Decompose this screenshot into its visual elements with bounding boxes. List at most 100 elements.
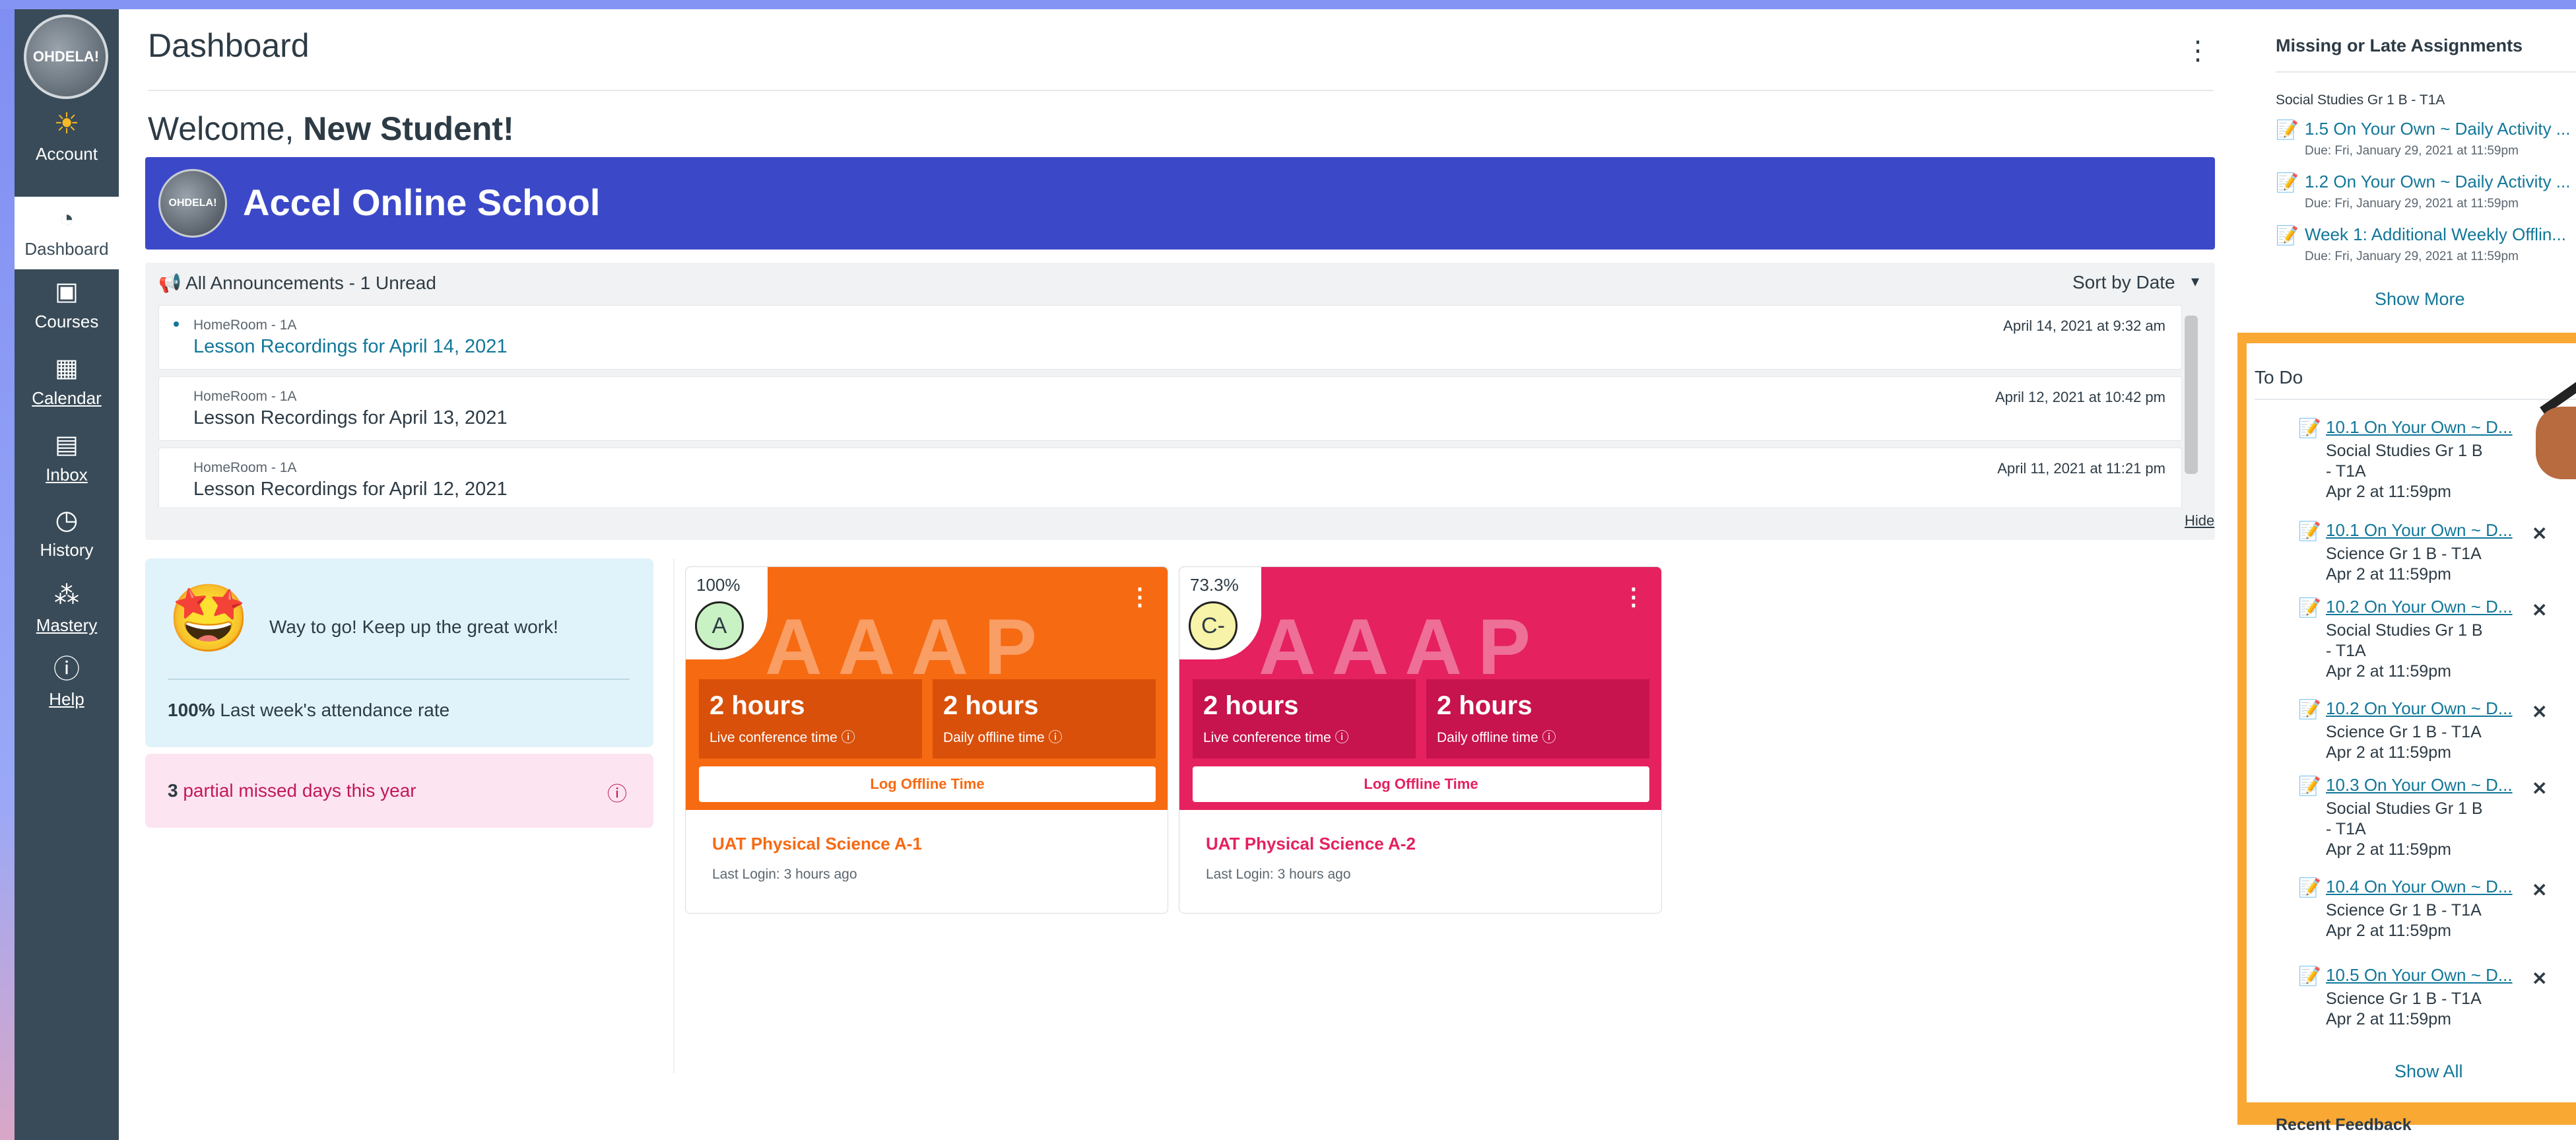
course-card[interactable]: AAAP 100% A ⋮ 2 hours Live conference ti… bbox=[685, 566, 1168, 914]
nav-account[interactable]: ☀ Account bbox=[15, 108, 119, 164]
nav-mastery[interactable]: ⁂ Mastery bbox=[15, 580, 119, 636]
missing-item-due: Due: Fri, January 29, 2021 at 11:59pm bbox=[2305, 250, 2519, 263]
announcement-date: April 14, 2021 at 9:32 am bbox=[2003, 318, 2165, 334]
show-more-link[interactable]: Show More bbox=[2375, 289, 2465, 310]
missed-days-label: partial missed days this year bbox=[183, 780, 416, 801]
assignment-icon: 📝 bbox=[2298, 877, 2321, 898]
live-time-label-text: Live conference time bbox=[1203, 730, 1331, 745]
nav-history[interactable]: ◷ History bbox=[15, 504, 119, 560]
course-name[interactable]: UAT Physical Science A-1 bbox=[712, 834, 922, 854]
missed-days-count: 3 bbox=[168, 780, 178, 801]
log-offline-time-button[interactable]: Log Offline Time bbox=[699, 766, 1156, 802]
dashboard-options-icon[interactable]: ⋮ bbox=[2185, 36, 2211, 66]
mastery-icon: ⁂ bbox=[54, 582, 79, 609]
todo-item-course: Science Gr 1 B - T1A bbox=[2326, 901, 2482, 920]
school-avatar: OHDELA! bbox=[158, 169, 227, 238]
info-icon[interactable]: ⓘ bbox=[1335, 730, 1349, 745]
close-icon[interactable]: ✕ bbox=[2532, 523, 2547, 545]
announcement-row[interactable]: HomeRoom - 1A Lesson Recordings for Apri… bbox=[158, 376, 2182, 441]
close-icon[interactable]: ✕ bbox=[2532, 778, 2547, 799]
school-banner: OHDELA! Accel Online School bbox=[145, 157, 2215, 250]
todo-item-title[interactable]: 10.4 On Your Own ~ D... bbox=[2326, 877, 2513, 897]
missing-item-title[interactable]: Week 1: Additional Weekly Offlin... bbox=[2305, 224, 2566, 245]
todo-item-title[interactable]: 10.3 On Your Own ~ D... bbox=[2326, 775, 2513, 795]
letter-grade: C- bbox=[1189, 601, 1238, 650]
course-options-icon[interactable]: ⋮ bbox=[1128, 583, 1152, 611]
announcement-context: HomeRoom - 1A bbox=[193, 460, 297, 475]
close-icon[interactable]: ✕ bbox=[2532, 879, 2547, 901]
nav-help-label: Help bbox=[49, 689, 84, 709]
nav-dashboard[interactable]: ◔ Dashboard bbox=[15, 197, 119, 269]
sort-by-dropdown[interactable]: Sort by Date bbox=[2072, 272, 2175, 293]
nav-help[interactable]: ⓘ Help bbox=[15, 654, 119, 710]
announcement-title[interactable]: Lesson Recordings for April 14, 2021 bbox=[193, 336, 508, 358]
assignment-icon: 📝 bbox=[2298, 776, 2321, 796]
nav-mastery-label: Mastery bbox=[36, 615, 98, 635]
todo-item-details: Social Studies Gr 1 B - T1A Apr 2 at 11:5… bbox=[2326, 799, 2491, 860]
todo-item-title[interactable]: 10.1 On Your Own ~ D... bbox=[2326, 417, 2513, 438]
course-name[interactable]: UAT Physical Science A-2 bbox=[1206, 834, 1416, 854]
desktop-background bbox=[0, 0, 15, 1140]
nav-inbox[interactable]: ▤ Inbox bbox=[15, 429, 119, 485]
missing-item-title[interactable]: 1.2 On Your Own ~ Daily Activity ... bbox=[2305, 172, 2570, 192]
nav-courses[interactable]: ▣ Courses bbox=[15, 276, 119, 332]
close-icon[interactable]: ✕ bbox=[2532, 599, 2547, 621]
close-icon[interactable]: ✕ bbox=[2532, 701, 2547, 723]
welcome-prefix: Welcome, bbox=[148, 110, 294, 147]
offline-time-value: 2 hours bbox=[1437, 691, 1533, 720]
missing-assignments-title: Missing or Late Assignments bbox=[2276, 36, 2523, 55]
hide-announcements-link[interactable]: Hide bbox=[2185, 512, 2214, 529]
announcement-row[interactable]: HomeRoom - 1A Lesson Recordings for Apri… bbox=[158, 448, 2182, 507]
assignment-icon: 📝 bbox=[2298, 966, 2321, 986]
todo-item-title[interactable]: 10.2 On Your Own ~ D... bbox=[2326, 698, 2513, 719]
missed-days-card: 3 partial missed days this year ⓘ bbox=[145, 754, 653, 828]
todo-item-title[interactable]: 10.1 On Your Own ~ D... bbox=[2326, 520, 2513, 541]
assignment-icon: 📝 bbox=[2298, 597, 2321, 618]
offline-time-label: Daily offline time ⓘ bbox=[1437, 727, 1556, 747]
announcements-scrollbar[interactable] bbox=[2185, 316, 2198, 474]
desktop-background-top bbox=[0, 0, 2576, 9]
assignment-icon: 📝 bbox=[2298, 418, 2321, 438]
todo-item-title[interactable]: 10.2 On Your Own ~ D... bbox=[2326, 597, 2513, 617]
todo-item-due: Apr 2 at 11:59pm bbox=[2326, 743, 2451, 762]
missing-item-title[interactable]: 1.5 On Your Own ~ Daily Activity ... bbox=[2305, 119, 2570, 139]
todo-item-due: Apr 2 at 11:59pm bbox=[2326, 483, 2451, 501]
inbox-icon: ▤ bbox=[55, 431, 79, 459]
announcements-header: 📢 All Announcements - 1 Unread bbox=[158, 272, 436, 294]
assignment-icon: 📝 bbox=[2276, 225, 2299, 246]
course-card[interactable]: AAAP 73.3% C- ⋮ 2 hours Live conference … bbox=[1179, 566, 1662, 914]
nav-dashboard-label: Dashboard bbox=[24, 239, 109, 259]
info-icon[interactable]: ⓘ bbox=[1542, 730, 1556, 745]
hand-decoration-icon bbox=[2536, 407, 2576, 479]
account-sun-icon: ☀ bbox=[53, 108, 80, 140]
info-icon[interactable]: ⓘ bbox=[607, 778, 627, 807]
unread-dot-icon bbox=[174, 321, 179, 327]
show-all-link[interactable]: Show All bbox=[2394, 1061, 2463, 1082]
close-icon[interactable]: ✕ bbox=[2532, 968, 2547, 989]
grade-percent: 100% bbox=[696, 575, 741, 595]
grade-badge: 73.3% C- bbox=[1179, 567, 1261, 659]
info-icon[interactable]: ⓘ bbox=[842, 730, 855, 745]
announcement-row[interactable]: HomeRoom - 1A Lesson Recordings for Apri… bbox=[158, 305, 2182, 370]
announcement-title[interactable]: Lesson Recordings for April 13, 2021 bbox=[193, 407, 508, 429]
chevron-down-icon[interactable]: ▾ bbox=[2191, 272, 2199, 291]
column-divider bbox=[673, 558, 675, 1073]
help-icon: ⓘ bbox=[53, 655, 80, 684]
todo-item-due: Apr 2 at 11:59pm bbox=[2326, 1010, 2451, 1028]
announcement-title[interactable]: Lesson Recordings for April 12, 2021 bbox=[193, 479, 508, 500]
offline-time-label-text: Daily offline time bbox=[943, 730, 1045, 745]
school-logo[interactable]: OHDELA! bbox=[24, 15, 108, 99]
todo-item-details: Social Studies Gr 1 B - T1A Apr 2 at 11:5… bbox=[2326, 441, 2491, 502]
nav-calendar[interactable]: ▦ Calendar bbox=[15, 352, 119, 409]
global-navigation: OHDELA! ☀ Account ◔ Dashboard ▣ Courses … bbox=[15, 9, 119, 1140]
attendance-card: 🤩 Way to go! Keep up the great work! 100… bbox=[145, 558, 653, 747]
missed-days-text: 3 partial missed days this year bbox=[168, 780, 416, 801]
course-card-header: AAAP 73.3% C- ⋮ 2 hours Live conference … bbox=[1179, 567, 1661, 810]
grade-percent: 73.3% bbox=[1190, 575, 1239, 595]
log-offline-time-button[interactable]: Log Offline Time bbox=[1193, 766, 1649, 802]
todo-item-title[interactable]: 10.5 On Your Own ~ D... bbox=[2326, 965, 2513, 986]
course-options-icon[interactable]: ⋮ bbox=[1622, 583, 1645, 611]
announcement-date: April 11, 2021 at 11:21 pm bbox=[1997, 460, 2165, 477]
letter-grade: A bbox=[695, 601, 744, 650]
info-icon[interactable]: ⓘ bbox=[1049, 730, 1063, 745]
